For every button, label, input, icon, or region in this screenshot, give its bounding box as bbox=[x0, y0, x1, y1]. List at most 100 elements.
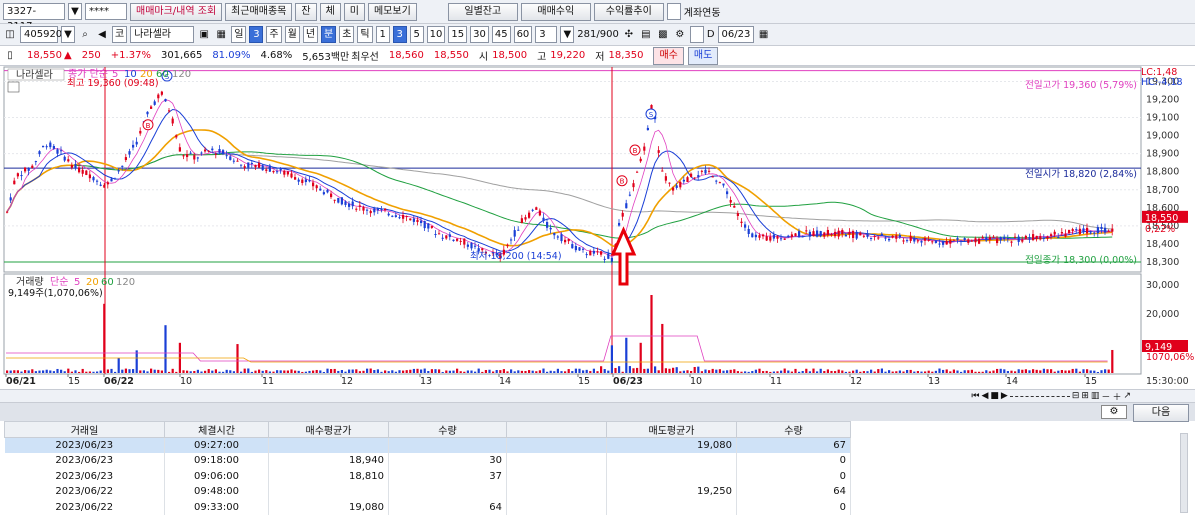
recent-trades-button[interactable]: 최근매매종목 bbox=[225, 2, 293, 21]
table-row[interactable]: 2023/06/22 09:33:00 19,080 64 0 bbox=[4, 499, 851, 515]
nav-stop-icon[interactable]: ■ bbox=[990, 391, 999, 401]
volume-bar bbox=[391, 370, 394, 373]
volume-bar bbox=[175, 371, 178, 373]
candle-body bbox=[81, 169, 84, 174]
executed-button[interactable]: 체 bbox=[319, 2, 341, 21]
minute-60[interactable]: 60 bbox=[513, 26, 533, 43]
period-year[interactable]: 년 bbox=[302, 26, 319, 43]
nav-prev-icon[interactable]: ◀ bbox=[981, 391, 988, 401]
table-scrollbar[interactable] bbox=[1180, 433, 1188, 513]
grid-toggle-icon[interactable] bbox=[7, 81, 20, 93]
period-day[interactable]: 일 bbox=[231, 26, 247, 43]
candle-body bbox=[286, 171, 289, 175]
nav-first-icon[interactable]: ⏮ bbox=[971, 391, 979, 401]
indicator-icon[interactable]: ✣ bbox=[622, 28, 636, 42]
zoom-slider[interactable] bbox=[1009, 395, 1070, 397]
chart-type-icon[interactable]: ▥ bbox=[1091, 391, 1100, 401]
trade-profit-button[interactable]: 매매수익 bbox=[520, 2, 591, 21]
plus-icon[interactable]: ＋ bbox=[1112, 390, 1121, 403]
password-field[interactable]: **** bbox=[85, 3, 127, 20]
save-icon[interactable]: ▩ bbox=[656, 28, 670, 42]
unfilled-button[interactable]: 미 bbox=[343, 2, 365, 21]
table-row[interactable]: 2023/06/23 09:06:00 18,810 37 0 bbox=[4, 468, 851, 484]
speaker-icon[interactable]: ◀ bbox=[95, 28, 109, 42]
table-row[interactable]: 2023/06/23 09:18:00 18,940 30 0 bbox=[4, 453, 851, 469]
screen-number-field[interactable]: 3327-3117 bbox=[3, 3, 65, 32]
chart-scroll-bar[interactable]: ⏮ ◀ ■ ▶ ⊟ ⊞ ▥ －＋ ↗ bbox=[0, 389, 1195, 403]
count-field[interactable]: 3 bbox=[535, 26, 558, 43]
minute-30[interactable]: 30 bbox=[470, 26, 489, 43]
minute-15[interactable]: 15 bbox=[448, 26, 468, 43]
stock-name-field[interactable]: 나라셀라 bbox=[130, 26, 195, 43]
price-volume-chart[interactable]: SBSBB 나라셀라 종가 단순 5 10 20 60 120 최고 19,36… bbox=[0, 66, 1195, 389]
panel-icon[interactable]: ◫ bbox=[3, 28, 17, 42]
candle-body bbox=[682, 179, 685, 182]
stock-code-field[interactable]: 405920 bbox=[20, 26, 62, 43]
volume-bar bbox=[171, 368, 174, 373]
chart-icon[interactable]: ▤ bbox=[639, 28, 653, 42]
period-week[interactable]: 주 bbox=[266, 26, 282, 43]
volume-bar bbox=[546, 371, 549, 373]
zoom-out-icon[interactable]: ⊟ bbox=[1072, 391, 1080, 401]
search-icon[interactable]: ⌕ bbox=[78, 28, 92, 42]
next-button[interactable]: 다음 bbox=[1133, 404, 1189, 422]
volume-bar bbox=[808, 371, 811, 373]
buy-button[interactable]: 매수 bbox=[653, 46, 684, 65]
volume-bar bbox=[1093, 370, 1096, 373]
count-dropdown[interactable]: ▼ bbox=[560, 26, 575, 43]
daily-balance-button[interactable]: 일별잔고 bbox=[447, 2, 518, 21]
candle-body bbox=[459, 240, 462, 242]
table-row[interactable]: 2023/06/23 09:27:00 19,080 67 bbox=[4, 437, 851, 453]
volume-bar bbox=[783, 368, 786, 373]
volume-bar bbox=[427, 371, 430, 373]
minute-10[interactable]: 10 bbox=[426, 26, 446, 43]
candle-body bbox=[898, 234, 901, 238]
volume-bar bbox=[891, 371, 894, 373]
minute-45[interactable]: 45 bbox=[491, 26, 511, 43]
volume-bar bbox=[326, 368, 329, 373]
volume-bar bbox=[650, 295, 653, 373]
trade-mark-query-button[interactable]: 매매마크/내역 조회 bbox=[130, 2, 223, 21]
candle-body bbox=[258, 162, 261, 168]
candle-body bbox=[517, 229, 520, 231]
date-checkbox[interactable] bbox=[689, 26, 704, 43]
nav-next-icon[interactable]: ▶ bbox=[1001, 391, 1008, 401]
minute-3[interactable]: 3 bbox=[392, 26, 407, 43]
minute-5[interactable]: 5 bbox=[409, 26, 424, 43]
period-month[interactable]: 월 bbox=[284, 26, 300, 43]
date-field[interactable]: 06/23 bbox=[717, 26, 754, 43]
settings-icon[interactable]: ⚙ bbox=[1101, 405, 1127, 419]
memo-icon[interactable]: ▯ bbox=[3, 49, 17, 63]
sell-button[interactable]: 매도 bbox=[687, 46, 719, 65]
code-dropdown[interactable]: ▼ bbox=[61, 26, 75, 43]
minute-1[interactable]: 1 bbox=[375, 26, 390, 43]
volume-bar bbox=[153, 369, 156, 373]
account-link-checkbox[interactable] bbox=[666, 3, 681, 20]
volume-bar bbox=[826, 369, 829, 373]
volume-bar bbox=[862, 371, 865, 373]
trade-amount: 5,653백만 bbox=[302, 52, 350, 63]
volume-bar bbox=[45, 369, 48, 373]
zoom-in-icon[interactable]: ⊞ bbox=[1081, 391, 1089, 401]
period-second[interactable]: 초 bbox=[339, 26, 355, 43]
gear-icon[interactable]: ⚙ bbox=[673, 28, 687, 42]
volume-bar bbox=[204, 370, 207, 373]
period-tick[interactable]: 틱 bbox=[357, 26, 373, 43]
candle-body bbox=[45, 146, 48, 148]
lock-icon[interactable]: ▣ bbox=[197, 28, 211, 42]
memo-view-button[interactable]: 메모보기 bbox=[367, 2, 417, 21]
candle-body bbox=[945, 240, 948, 245]
grid-icon[interactable]: ▦ bbox=[214, 28, 228, 42]
table-row[interactable]: 2023/06/22 09:48:00 19,250 64 bbox=[4, 484, 851, 500]
return-trend-button[interactable]: 수익률추이 bbox=[593, 2, 664, 21]
period-3[interactable]: 3 bbox=[249, 26, 264, 43]
period-minute[interactable]: 분 bbox=[321, 26, 337, 43]
balance-button[interactable]: 잔 bbox=[295, 2, 317, 21]
candle-body bbox=[931, 241, 934, 243]
screen-dropdown[interactable]: ▼ bbox=[68, 3, 82, 20]
arrow-icon[interactable]: ↗ bbox=[1123, 391, 1131, 401]
candle-body bbox=[380, 209, 383, 211]
volume-bar bbox=[981, 371, 984, 373]
calendar-icon[interactable]: ▦ bbox=[757, 28, 771, 42]
minus-icon[interactable]: － bbox=[1101, 390, 1110, 403]
